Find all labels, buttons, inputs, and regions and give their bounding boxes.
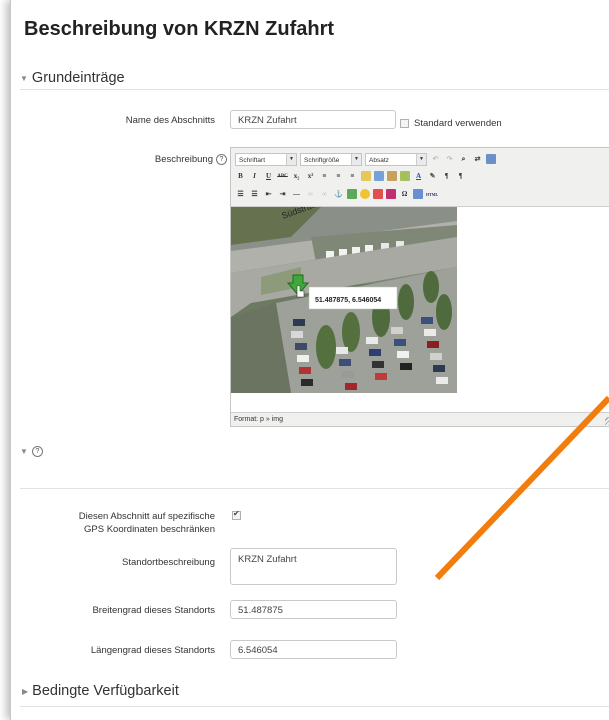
annotation-arrow [434, 395, 609, 581]
orange-arrow-line [434, 395, 609, 581]
